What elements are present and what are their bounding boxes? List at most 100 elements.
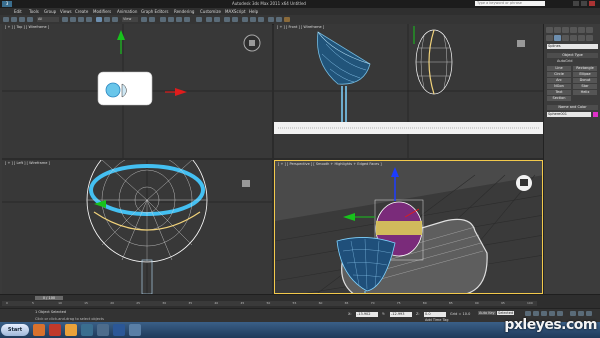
play-icon[interactable] (541, 311, 547, 316)
move-icon[interactable] (96, 17, 102, 22)
undo-icon[interactable] (3, 17, 9, 22)
circle-button[interactable]: Circle (547, 72, 571, 77)
donut-button[interactable]: Donut (573, 78, 597, 83)
select-by-name-icon[interactable] (70, 17, 76, 22)
auto-key-button[interactable]: Auto Key (478, 311, 496, 315)
viewport-label-perspective[interactable]: [ + ] [ Perspective ] [ Smooth + Highlig… (278, 162, 382, 166)
viewport-label-left[interactable]: [ + ] [ Left ] [ Wireframe ] (5, 161, 50, 165)
layer-manager-icon[interactable] (224, 17, 230, 22)
render-setup-icon[interactable] (268, 17, 274, 22)
menu-create[interactable]: Create (75, 9, 88, 14)
viewport-top[interactable]: [ + ] [ Top ] [ Wireframe ] (2, 24, 272, 158)
geometry-icon[interactable] (546, 35, 553, 41)
pan-icon[interactable] (578, 311, 584, 316)
minimize-button[interactable] (573, 1, 579, 6)
material-editor-icon[interactable] (258, 17, 264, 22)
menu-group[interactable]: Group (44, 9, 56, 14)
browser-icon[interactable] (33, 324, 45, 336)
percent-snap-icon[interactable] (176, 17, 182, 22)
angle-snap-icon[interactable] (168, 17, 174, 22)
ellipse-button[interactable]: Ellipse (573, 72, 597, 77)
curve-editor-icon[interactable] (242, 17, 248, 22)
mirror-icon[interactable] (206, 17, 212, 22)
object-name-field[interactable]: Sphere001 (547, 112, 591, 117)
helix-button[interactable]: Helix (573, 90, 597, 95)
viewport-perspective[interactable]: [ + ] [ Perspective ] [ Smooth + Highlig… (274, 160, 543, 294)
object-color-swatch[interactable] (593, 112, 598, 117)
star-button[interactable]: Star (573, 84, 597, 89)
media-icon[interactable] (49, 324, 61, 336)
selection-filter-dropdown[interactable]: All (37, 17, 59, 22)
section-button[interactable]: Section (547, 96, 571, 101)
space-warps-icon[interactable] (586, 35, 593, 41)
3dsmax-icon[interactable] (97, 324, 109, 336)
x-coord-field[interactable]: -13.902 (356, 312, 378, 317)
shapes-icon[interactable] (554, 35, 561, 41)
render-teapot-icon[interactable] (284, 17, 290, 22)
link-icon[interactable] (19, 17, 25, 22)
display-tab-icon[interactable] (578, 27, 585, 33)
orbit-icon[interactable] (586, 311, 592, 316)
arc-button[interactable]: Arc (547, 78, 571, 83)
select-manipulate-icon[interactable] (149, 17, 155, 22)
spinner-snap-icon[interactable] (184, 17, 190, 22)
key-filter-dropdown[interactable]: Selected (497, 311, 515, 315)
autogrid-checkbox[interactable]: AutoGrid (547, 59, 598, 64)
word-icon[interactable] (113, 324, 125, 336)
maximize-button[interactable] (581, 1, 587, 6)
menu-maxscript[interactable]: MAXScript (225, 9, 246, 14)
rotate-icon[interactable] (104, 17, 110, 22)
scale-icon[interactable] (112, 17, 118, 22)
menu-help[interactable]: Help (249, 9, 258, 14)
menu-modifiers[interactable]: Modifiers (93, 9, 111, 14)
prev-frame-icon[interactable] (533, 311, 539, 316)
graphite-ribbon-icon[interactable] (232, 17, 238, 22)
frame-slider[interactable]: 0 / 100 (35, 296, 63, 300)
snap-toggle-icon[interactable] (160, 17, 166, 22)
viewport-front[interactable]: [ + ] [ Front ] [ Wireframe ] (274, 24, 543, 158)
select-object-icon[interactable] (62, 17, 68, 22)
menu-edit[interactable]: Edit (14, 9, 22, 14)
redo-icon[interactable] (11, 17, 17, 22)
menu-rendering[interactable]: Rendering (174, 9, 194, 14)
reference-coordinate-dropdown[interactable]: View (122, 17, 138, 22)
search-input[interactable]: Type a keyword or phrase (475, 1, 545, 6)
start-button[interactable]: Start (1, 324, 29, 336)
category-dropdown[interactable]: Splines (547, 44, 598, 49)
goto-start-icon[interactable] (525, 311, 531, 316)
rendered-frame-icon[interactable] (276, 17, 282, 22)
utilities-tab-icon[interactable] (586, 27, 593, 33)
photoshop-icon[interactable] (81, 324, 93, 336)
unlink-icon[interactable] (27, 17, 33, 22)
menu-tools[interactable]: Tools (29, 9, 39, 14)
viewport-label-top[interactable]: [ + ] [ Top ] [ Wireframe ] (5, 25, 49, 29)
text-button[interactable]: Text (547, 90, 571, 95)
track-bar[interactable]: 0 5 10 15 20 25 30 35 40 45 50 55 60 65 70 75 80 85 90 95 10… (2, 301, 537, 306)
rollout-object-type[interactable]: Object Type (547, 53, 598, 58)
y-coord-field[interactable]: -12.993 (390, 312, 412, 317)
named-selection-icon[interactable] (196, 17, 202, 22)
rectangle-button[interactable]: Rectangle (573, 66, 597, 71)
folder-icon[interactable] (65, 324, 77, 336)
line-button[interactable]: Line (547, 66, 571, 71)
window-crossing-icon[interactable] (86, 17, 92, 22)
motion-tab-icon[interactable] (570, 27, 577, 33)
menu-views[interactable]: Views (60, 9, 72, 14)
app-logo-icon[interactable]: 3 (2, 1, 12, 7)
lights-icon[interactable] (562, 35, 569, 41)
modify-tab-icon[interactable] (554, 27, 561, 33)
helpers-icon[interactable] (578, 35, 585, 41)
cameras-icon[interactable] (570, 35, 577, 41)
rollout-name-and-color[interactable]: Name and Color (547, 105, 598, 110)
menu-animation[interactable]: Animation (117, 9, 137, 14)
create-tab-icon[interactable] (546, 27, 553, 33)
z-coord-field[interactable]: 0.0 (424, 312, 446, 317)
ngon-button[interactable]: NGon (547, 84, 571, 89)
menu-graph-editors[interactable]: Graph Editors (141, 9, 168, 14)
zoom-icon[interactable] (570, 311, 576, 316)
menu-customize[interactable]: Customize (200, 9, 221, 14)
next-frame-icon[interactable] (549, 311, 555, 316)
rectangular-selection-icon[interactable] (78, 17, 84, 22)
goto-end-icon[interactable] (557, 311, 563, 316)
app-icon[interactable] (129, 324, 141, 336)
